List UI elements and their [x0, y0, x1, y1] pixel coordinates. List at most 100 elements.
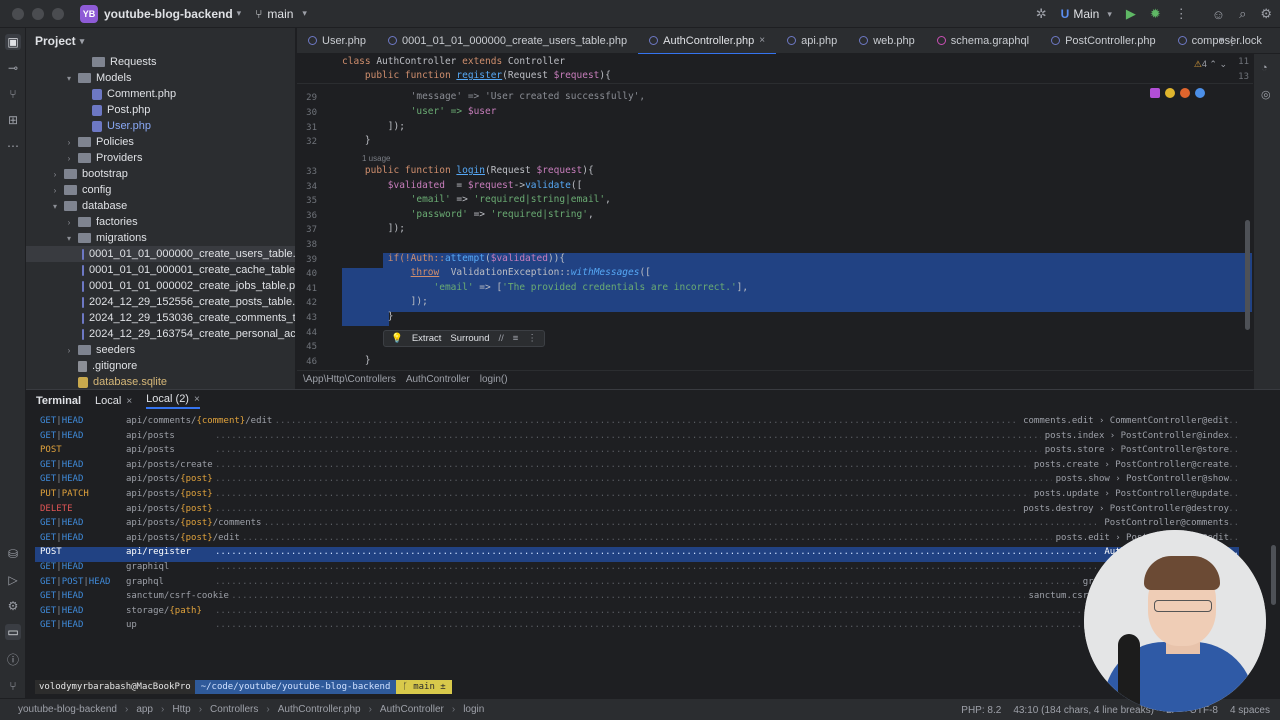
- vcs-tool-icon[interactable]: ⑂: [5, 86, 21, 102]
- database-tool-icon[interactable]: ⛁: [5, 546, 21, 562]
- tree-folder[interactable]: › factories: [26, 214, 295, 230]
- commit-tool-icon[interactable]: ⊸: [5, 60, 21, 76]
- chevron-down-icon[interactable]: ▾: [237, 8, 242, 19]
- tree-file[interactable]: 0001_01_01_000002_create_jobs_table.php: [26, 278, 295, 294]
- terminal-tool-icon[interactable]: ▭: [5, 624, 21, 640]
- lightbulb-icon[interactable]: 💡: [391, 333, 403, 344]
- services-tool-icon[interactable]: ⚙: [5, 598, 21, 614]
- surround-action[interactable]: Surround: [450, 333, 489, 344]
- chevron-right-icon[interactable]: ›: [64, 138, 74, 147]
- inspection-widget[interactable]: ⚠4 ⌃ ⌄: [1194, 59, 1227, 70]
- chevron-down-icon[interactable]: ▾: [1219, 28, 1224, 54]
- tree-folder[interactable]: ▾ Models: [26, 70, 295, 86]
- chevron-down-icon[interactable]: ▾: [64, 74, 74, 83]
- editor-tab[interactable]: PostController.php: [1040, 28, 1167, 54]
- status-crumb[interactable]: login: [463, 704, 484, 715]
- sticky-scroll-header[interactable]: 11 13 class AuthController extends Contr…: [297, 54, 1253, 84]
- tree-folder[interactable]: › Providers: [26, 150, 295, 166]
- tree-folder[interactable]: › bootstrap: [26, 166, 295, 182]
- tree-file[interactable]: 2024_12_29_153036_create_comments_table.…: [26, 310, 295, 326]
- breadcrumb-namespace[interactable]: \App\Http\Controllers: [303, 374, 396, 385]
- intention-popup[interactable]: 💡 Extract Surround // ≡ ⋮: [383, 330, 545, 347]
- close-icon[interactable]: ×: [194, 394, 200, 405]
- tree-file[interactable]: 2024_12_29_152556_create_posts_table.php: [26, 294, 295, 310]
- ai-assistant-icon[interactable]: ◎: [1261, 88, 1271, 101]
- chevron-right-icon[interactable]: ›: [64, 346, 74, 355]
- reformat-icon[interactable]: ≡: [513, 333, 519, 344]
- status-crumb[interactable]: Controllers: [210, 704, 258, 715]
- tree-file[interactable]: 0001_01_01_000001_create_cache_table.php: [26, 262, 295, 278]
- user-icon[interactable]: ☺: [1212, 7, 1225, 22]
- tree-file[interactable]: Comment.php: [26, 86, 295, 102]
- tree-folder[interactable]: ▾ migrations: [26, 230, 295, 246]
- git-tool-icon[interactable]: ⑂: [5, 678, 21, 694]
- close-window-button[interactable]: [12, 7, 24, 20]
- code-editor[interactable]: 11 13 29 30 31 32 33 34 35 36 37 38 39 4…: [297, 54, 1253, 370]
- more-actions-icon[interactable]: ⋮: [1175, 6, 1188, 22]
- extract-action[interactable]: Extract: [412, 333, 442, 344]
- phpstorm-icon[interactable]: [1150, 88, 1160, 98]
- tree-file[interactable]: 0001_01_01_000000_create_users_table.php: [26, 246, 295, 262]
- editor-tab[interactable]: web.php: [848, 28, 926, 54]
- run-tool-icon[interactable]: ▷: [5, 572, 21, 588]
- chevron-down-icon[interactable]: ▾: [64, 234, 74, 243]
- tree-folder[interactable]: › config: [26, 182, 295, 198]
- chevron-right-icon[interactable]: ›: [64, 218, 74, 227]
- minimize-window-button[interactable]: [32, 7, 44, 20]
- editor-scrollbar[interactable]: [1245, 220, 1250, 330]
- chevron-right-icon[interactable]: ›: [64, 154, 74, 163]
- editor-tab[interactable]: AuthController.php ×: [638, 28, 777, 55]
- chrome-icon[interactable]: [1165, 88, 1175, 98]
- safari-icon[interactable]: [1195, 88, 1205, 98]
- tree-folder[interactable]: Requests: [26, 54, 295, 70]
- status-crumb[interactable]: Http: [172, 704, 190, 715]
- status-crumb[interactable]: AuthController: [380, 704, 444, 715]
- tree-folder[interactable]: › seeders: [26, 342, 295, 358]
- editor-tab[interactable]: api.php: [776, 28, 848, 54]
- tab-local-2[interactable]: Local (2) ×: [146, 393, 200, 409]
- editor-tab[interactable]: User.php: [297, 28, 377, 54]
- terminal-scrollbar[interactable]: [1271, 545, 1276, 605]
- tree-file[interactable]: Post.php: [26, 102, 295, 118]
- project-switcher[interactable]: youtube-blog-backend: [104, 7, 233, 21]
- usage-hint[interactable]: 1 usage: [362, 154, 390, 163]
- editor-tab[interactable]: 0001_01_01_000000_create_users_table.php: [377, 28, 638, 54]
- search-icon[interactable]: ⌕: [1239, 6, 1246, 22]
- debug-settings-icon[interactable]: ✲: [1036, 6, 1047, 22]
- editor-tab[interactable]: schema.graphql: [926, 28, 1040, 54]
- tab-local[interactable]: Local ×: [95, 395, 132, 407]
- breadcrumb-method[interactable]: login(): [480, 374, 508, 385]
- more-icon[interactable]: ⋮: [527, 333, 537, 344]
- structure-tool-icon[interactable]: ⊞: [5, 112, 21, 128]
- comment-icon[interactable]: //: [499, 333, 504, 344]
- tree-folder[interactable]: ▾ database: [26, 198, 295, 214]
- shell-prompt[interactable]: volodymyrbarabash@MacBookPro ~/code/yout…: [35, 680, 452, 694]
- debug-icon[interactable]: ✹: [1150, 6, 1161, 22]
- tree-file[interactable]: User.php: [26, 118, 295, 134]
- more-tools-icon[interactable]: ⋯: [5, 138, 21, 154]
- close-icon[interactable]: ×: [126, 396, 132, 407]
- project-badge[interactable]: YB: [80, 4, 98, 23]
- run-configuration-selector[interactable]: U Main ▾: [1061, 7, 1112, 21]
- tabs-menu-icon[interactable]: ⋮: [1226, 28, 1238, 54]
- status-crumb[interactable]: youtube-blog-backend: [18, 704, 117, 715]
- close-icon[interactable]: ×: [759, 35, 765, 46]
- chevron-down-icon[interactable]: ▾: [80, 36, 85, 47]
- run-icon[interactable]: ▶: [1126, 6, 1136, 22]
- tree-folder[interactable]: › Policies: [26, 134, 295, 150]
- browser-preview-icons[interactable]: [1150, 88, 1205, 98]
- gear-icon[interactable]: ⚙: [1260, 6, 1272, 22]
- status-crumb[interactable]: app: [136, 704, 153, 715]
- window-controls[interactable]: [12, 7, 64, 20]
- chevron-down-icon[interactable]: ▾: [50, 202, 60, 211]
- zoom-window-button[interactable]: [52, 7, 64, 20]
- tree-file[interactable]: database.sqlite: [26, 374, 295, 390]
- project-tool-icon[interactable]: ▣: [5, 34, 21, 50]
- breadcrumb-class[interactable]: AuthController: [406, 374, 470, 385]
- chevron-right-icon[interactable]: ›: [50, 170, 60, 179]
- tree-file[interactable]: 2024_12_29_163754_create_personal_access…: [26, 326, 295, 342]
- chevron-right-icon[interactable]: ›: [50, 186, 60, 195]
- tree-file[interactable]: .gitignore: [26, 358, 295, 374]
- vcs-branch-widget[interactable]: ⑂ main ▾: [255, 7, 307, 21]
- project-panel-header[interactable]: Project ▾: [26, 28, 295, 54]
